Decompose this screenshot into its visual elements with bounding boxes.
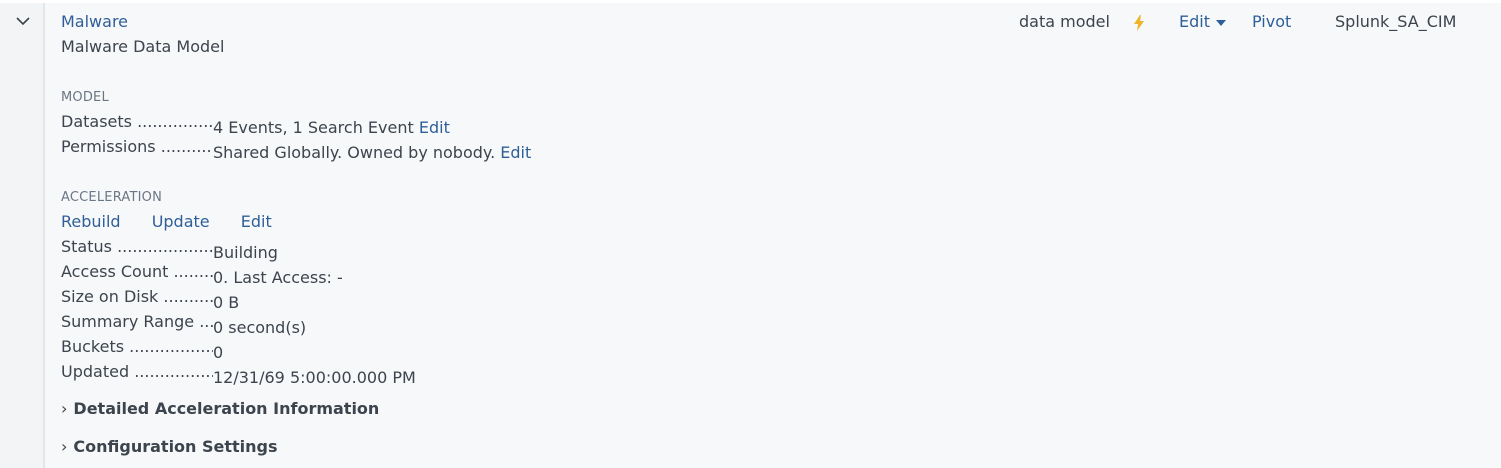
status-row: Status .................................…	[61, 236, 278, 264]
updated-row: Updated ................................…	[61, 361, 416, 389]
detailed-acceleration-toggle[interactable]: › Detailed Acceleration Information	[61, 398, 379, 420]
detailed-acceleration-label: Detailed Acceleration Information	[73, 399, 380, 418]
model-description: Malware Data Model	[61, 37, 225, 56]
row-gutter	[0, 3, 45, 468]
acceleration-actions: Rebuild Update Edit	[61, 211, 272, 233]
access-count-row: Access Count ....................0. Last…	[61, 261, 343, 289]
buckets-row: Buckets ................................…	[61, 336, 223, 364]
model-name-link[interactable]: Malware	[61, 11, 128, 33]
permissions-label: Permissions ....................	[61, 137, 213, 156]
size-on-disk-label: Size on Disk ....................	[61, 287, 213, 306]
edit-menu-button[interactable]: Edit	[1179, 11, 1226, 33]
permissions-value: Shared Globally. Owned by nobody.	[213, 143, 496, 162]
status-label: Status .................................…	[61, 237, 213, 256]
chevron-right-icon: ›	[61, 399, 68, 418]
updated-value: 12/31/69 5:00:00.000 PM	[213, 368, 416, 387]
acceleration-edit-link[interactable]: Edit	[241, 212, 272, 231]
summary-range-value: 0 second(s)	[213, 318, 307, 337]
summary-range-label: Summary Range ....................	[61, 312, 213, 331]
summary-range-row: Summary Range ....................0 seco…	[61, 311, 306, 339]
permissions-edit-link[interactable]: Edit	[500, 143, 531, 162]
datasets-row: Datasets ....................4 Events, 1…	[61, 111, 450, 139]
status-value: Building	[213, 243, 278, 262]
model-section-title: MODEL	[61, 90, 109, 105]
data-model-row: Malware Malware Data Model data model Ed…	[0, 3, 1501, 468]
edit-menu-label: Edit	[1179, 12, 1210, 31]
acceleration-section-title: ACCELERATION	[61, 190, 163, 205]
chevron-right-icon: ›	[61, 437, 68, 456]
rebuild-link[interactable]: Rebuild	[61, 212, 121, 231]
app-name: Splunk_SA_CIM	[1335, 12, 1457, 31]
model-type: data model	[1019, 12, 1110, 31]
size-on-disk-value: 0 B	[213, 293, 240, 312]
updated-label: Updated ................................…	[61, 362, 213, 381]
datasets-label: Datasets ....................	[61, 112, 213, 131]
datasets-edit-link[interactable]: Edit	[419, 118, 450, 137]
buckets-label: Buckets ................................…	[61, 337, 213, 356]
buckets-value: 0	[213, 343, 224, 362]
access-count-label: Access Count ....................	[61, 262, 213, 281]
details-panel: Malware Malware Data Model data model Ed…	[45, 3, 1501, 468]
configuration-settings-label: Configuration Settings	[73, 437, 278, 456]
pivot-link[interactable]: Pivot	[1252, 11, 1291, 33]
chevron-down-icon[interactable]	[14, 14, 32, 28]
configuration-settings-toggle[interactable]: › Configuration Settings	[61, 436, 278, 458]
update-link[interactable]: Update	[152, 212, 210, 231]
lightning-bolt-icon	[1134, 15, 1144, 31]
permissions-row: Permissions ....................Shared G…	[61, 136, 531, 164]
size-on-disk-row: Size on Disk ....................0 B	[61, 286, 239, 314]
datasets-value: 4 Events, 1 Search Event	[213, 118, 414, 137]
caret-down-icon	[1215, 19, 1226, 26]
access-count-value: 0. Last Access: -	[213, 268, 343, 287]
